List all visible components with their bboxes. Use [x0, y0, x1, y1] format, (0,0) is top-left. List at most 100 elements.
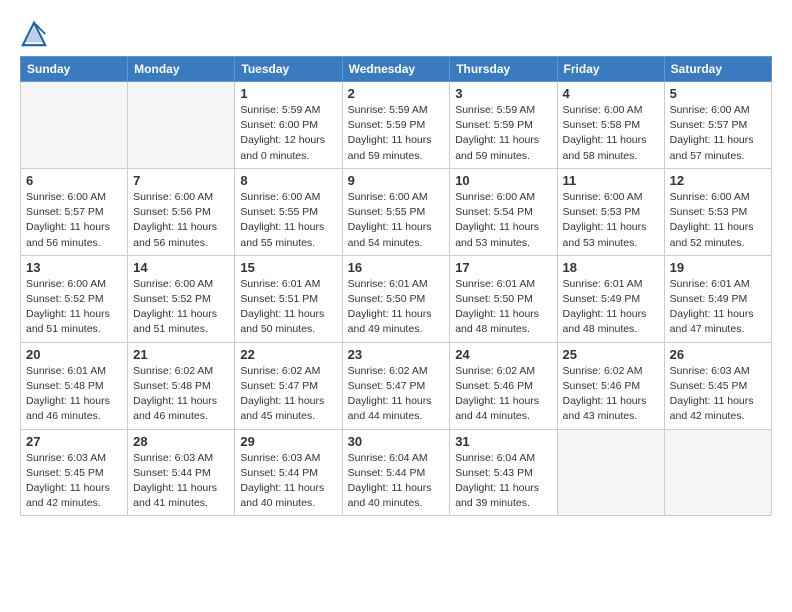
day-number: 20	[26, 347, 122, 362]
day-number: 6	[26, 173, 122, 188]
day-number: 1	[240, 86, 336, 101]
day-number: 19	[670, 260, 766, 275]
day-info: Sunrise: 6:01 AM Sunset: 5:48 PM Dayligh…	[26, 364, 122, 425]
calendar-cell: 24 Sunrise: 6:02 AM Sunset: 5:46 PM Dayli…	[450, 342, 557, 429]
calendar-cell: 31Sunrise: 6:04 AM Sunset: 5:43 PM Dayli…	[450, 429, 557, 516]
day-number: 11	[563, 173, 659, 188]
calendar-cell: 11 Sunrise: 6:00 AM Sunset: 5:53 PM Dayli…	[557, 168, 664, 255]
logo-icon	[20, 20, 48, 48]
day-info: Sunrise: 6:02 AM Sunset: 5:48 PM Dayligh…	[133, 364, 229, 425]
day-info: Sunrise: 6:00 AM Sunset: 5:54 PM Dayligh…	[455, 190, 551, 251]
day-number: 4	[563, 86, 659, 101]
calendar-cell: 25 Sunrise: 6:02 AM Sunset: 5:46 PM Dayli…	[557, 342, 664, 429]
day-number: 30	[348, 434, 445, 449]
calendar-cell: 9 Sunrise: 6:00 AM Sunset: 5:55 PM Daylig…	[342, 168, 450, 255]
calendar-cell: 14 Sunrise: 6:00 AM Sunset: 5:52 PM Dayli…	[128, 255, 235, 342]
calendar-cell: 19 Sunrise: 6:01 AM Sunset: 5:49 PM Dayli…	[664, 255, 771, 342]
day-number: 14	[133, 260, 229, 275]
calendar-week-row: 6Sunrise: 6:00 AM Sunset: 5:57 PM Daylig…	[21, 168, 772, 255]
calendar-table: SundayMondayTuesdayWednesdayThursdayFrid…	[20, 56, 772, 516]
day-info: Sunrise: 6:01 AM Sunset: 5:49 PM Dayligh…	[670, 277, 766, 338]
calendar-cell	[21, 82, 128, 169]
page-header	[20, 20, 772, 48]
column-header-wednesday: Wednesday	[342, 57, 450, 82]
day-number: 3	[455, 86, 551, 101]
calendar-cell: 3 Sunrise: 5:59 AM Sunset: 5:59 PM Daylig…	[450, 82, 557, 169]
day-number: 28	[133, 434, 229, 449]
day-number: 10	[455, 173, 551, 188]
day-info: Sunrise: 6:02 AM Sunset: 5:47 PM Dayligh…	[348, 364, 445, 425]
day-info: Sunrise: 6:03 AM Sunset: 5:45 PM Dayligh…	[670, 364, 766, 425]
logo	[20, 20, 52, 48]
day-info: Sunrise: 6:04 AM Sunset: 5:43 PM Dayligh…	[455, 451, 551, 512]
calendar-cell: 4 Sunrise: 6:00 AM Sunset: 5:58 PM Daylig…	[557, 82, 664, 169]
calendar-cell: 10 Sunrise: 6:00 AM Sunset: 5:54 PM Dayli…	[450, 168, 557, 255]
calendar-cell: 18Sunrise: 6:01 AM Sunset: 5:49 PM Dayli…	[557, 255, 664, 342]
day-number: 12	[670, 173, 766, 188]
day-number: 15	[240, 260, 336, 275]
day-info: Sunrise: 6:00 AM Sunset: 5:52 PM Dayligh…	[26, 277, 122, 338]
day-number: 21	[133, 347, 229, 362]
day-number: 17	[455, 260, 551, 275]
calendar-cell	[557, 429, 664, 516]
calendar-week-row: 20 Sunrise: 6:01 AM Sunset: 5:48 PM Dayli…	[21, 342, 772, 429]
calendar-cell: 13 Sunrise: 6:00 AM Sunset: 5:52 PM Dayli…	[21, 255, 128, 342]
calendar-cell: 16 Sunrise: 6:01 AM Sunset: 5:50 PM Dayli…	[342, 255, 450, 342]
day-info: Sunrise: 6:01 AM Sunset: 5:50 PM Dayligh…	[348, 277, 445, 338]
day-info: Sunrise: 6:02 AM Sunset: 5:46 PM Dayligh…	[455, 364, 551, 425]
day-info: Sunrise: 6:00 AM Sunset: 5:58 PM Dayligh…	[563, 103, 659, 164]
day-number: 18	[563, 260, 659, 275]
day-info: Sunrise: 5:59 AM Sunset: 5:59 PM Dayligh…	[455, 103, 551, 164]
column-header-monday: Monday	[128, 57, 235, 82]
day-info: Sunrise: 6:03 AM Sunset: 5:44 PM Dayligh…	[240, 451, 336, 512]
day-number: 24	[455, 347, 551, 362]
day-info: Sunrise: 6:03 AM Sunset: 5:44 PM Dayligh…	[133, 451, 229, 512]
calendar-cell: 28 Sunrise: 6:03 AM Sunset: 5:44 PM Dayli…	[128, 429, 235, 516]
calendar-cell: 20 Sunrise: 6:01 AM Sunset: 5:48 PM Dayli…	[21, 342, 128, 429]
day-number: 22	[240, 347, 336, 362]
day-info: Sunrise: 6:02 AM Sunset: 5:47 PM Dayligh…	[240, 364, 336, 425]
day-number: 23	[348, 347, 445, 362]
calendar-cell: 30 Sunrise: 6:04 AM Sunset: 5:44 PM Dayli…	[342, 429, 450, 516]
calendar-cell: 12Sunrise: 6:00 AM Sunset: 5:53 PM Dayli…	[664, 168, 771, 255]
day-info: Sunrise: 5:59 AM Sunset: 5:59 PM Dayligh…	[348, 103, 445, 164]
day-info: Sunrise: 6:00 AM Sunset: 5:52 PM Dayligh…	[133, 277, 229, 338]
day-number: 13	[26, 260, 122, 275]
day-info: Sunrise: 6:00 AM Sunset: 5:55 PM Dayligh…	[348, 190, 445, 251]
day-info: Sunrise: 6:00 AM Sunset: 5:55 PM Dayligh…	[240, 190, 336, 251]
day-info: Sunrise: 6:01 AM Sunset: 5:50 PM Dayligh…	[455, 277, 551, 338]
column-header-tuesday: Tuesday	[235, 57, 342, 82]
day-info: Sunrise: 6:02 AM Sunset: 5:46 PM Dayligh…	[563, 364, 659, 425]
day-info: Sunrise: 6:03 AM Sunset: 5:45 PM Dayligh…	[26, 451, 122, 512]
calendar-header-row: SundayMondayTuesdayWednesdayThursdayFrid…	[21, 57, 772, 82]
day-number: 29	[240, 434, 336, 449]
calendar-cell	[128, 82, 235, 169]
day-info: Sunrise: 6:04 AM Sunset: 5:44 PM Dayligh…	[348, 451, 445, 512]
calendar-cell: 21 Sunrise: 6:02 AM Sunset: 5:48 PM Dayli…	[128, 342, 235, 429]
day-info: Sunrise: 6:01 AM Sunset: 5:51 PM Dayligh…	[240, 277, 336, 338]
column-header-thursday: Thursday	[450, 57, 557, 82]
calendar-cell: 26 Sunrise: 6:03 AM Sunset: 5:45 PM Dayli…	[664, 342, 771, 429]
calendar-week-row: 1 Sunrise: 5:59 AM Sunset: 6:00 PM Daylig…	[21, 82, 772, 169]
day-info: Sunrise: 5:59 AM Sunset: 6:00 PM Dayligh…	[240, 103, 336, 164]
day-info: Sunrise: 6:00 AM Sunset: 5:53 PM Dayligh…	[563, 190, 659, 251]
calendar-cell	[664, 429, 771, 516]
day-number: 8	[240, 173, 336, 188]
column-header-sunday: Sunday	[21, 57, 128, 82]
day-number: 7	[133, 173, 229, 188]
calendar-cell: 29 Sunrise: 6:03 AM Sunset: 5:44 PM Dayli…	[235, 429, 342, 516]
day-number: 25	[563, 347, 659, 362]
calendar-cell: 17 Sunrise: 6:01 AM Sunset: 5:50 PM Dayli…	[450, 255, 557, 342]
day-number: 9	[348, 173, 445, 188]
calendar-week-row: 27 Sunrise: 6:03 AM Sunset: 5:45 PM Dayli…	[21, 429, 772, 516]
column-header-saturday: Saturday	[664, 57, 771, 82]
day-number: 26	[670, 347, 766, 362]
day-number: 27	[26, 434, 122, 449]
day-number: 16	[348, 260, 445, 275]
calendar-cell: 7 Sunrise: 6:00 AM Sunset: 5:56 PM Daylig…	[128, 168, 235, 255]
calendar-cell: 27 Sunrise: 6:03 AM Sunset: 5:45 PM Dayli…	[21, 429, 128, 516]
day-info: Sunrise: 6:00 AM Sunset: 5:56 PM Dayligh…	[133, 190, 229, 251]
day-info: Sunrise: 6:00 AM Sunset: 5:57 PM Dayligh…	[670, 103, 766, 164]
column-header-friday: Friday	[557, 57, 664, 82]
calendar-cell: 1 Sunrise: 5:59 AM Sunset: 6:00 PM Daylig…	[235, 82, 342, 169]
